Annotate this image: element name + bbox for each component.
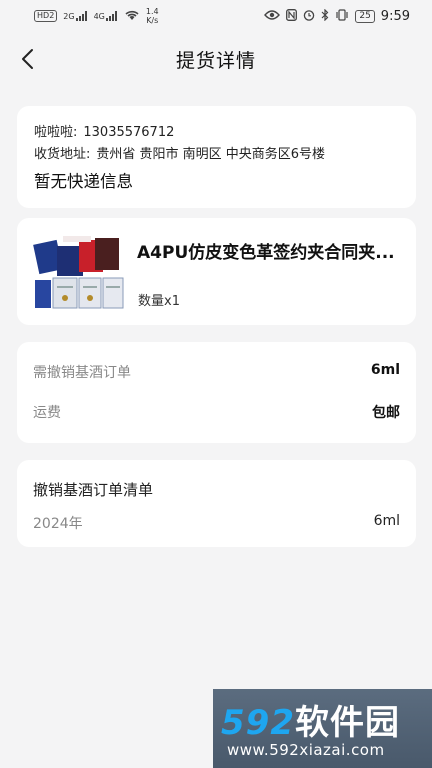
goods-card[interactable]: A4PU仿皮变色革签约夹合同夹... 数量x1	[17, 218, 416, 325]
product-image	[33, 236, 125, 310]
eye-icon	[264, 9, 281, 23]
watermark-url: www.592xiazai.com	[227, 741, 385, 759]
watermark: 592软件园 www.592xiazai.com	[213, 689, 432, 768]
status-time: 9:59	[380, 8, 410, 24]
address-card: 啦啦啦: 13035576712 收货地址: 贵州省 贵阳市 南明区 中央商务区6号…	[17, 106, 416, 208]
need-value: 6ml	[370, 362, 400, 378]
wifi-icon	[124, 9, 140, 24]
watermark-logo: 592软件园	[221, 703, 400, 743]
status-right: 25 9:59	[264, 8, 410, 24]
back-button[interactable]	[16, 47, 38, 71]
chevron-left-icon	[22, 49, 33, 69]
nav-bar: 提货详情	[0, 32, 432, 86]
page-title: 提货详情	[175, 49, 256, 72]
product-quantity: 数量x1	[138, 294, 180, 309]
shipping-label: 运费	[33, 405, 61, 421]
alarm-icon	[303, 9, 315, 24]
hd-badge: HD2	[34, 10, 58, 22]
fee-row-need: 需撤销基酒订单 6ml	[33, 362, 400, 382]
fee-card: 需撤销基酒订单 6ml 运费 包邮	[17, 342, 416, 443]
contact-phone: 13035576712	[83, 125, 175, 140]
bluetooth-icon	[321, 8, 329, 24]
express-status: 暂无快递信息	[34, 172, 133, 191]
order-list-card: 撤销基酒订单清单 2024年 6ml	[17, 460, 416, 547]
status-left: HD2 2G 4G 1.4 K/s	[34, 7, 159, 25]
nfc-icon	[286, 8, 298, 24]
need-label: 需撤销基酒订单	[33, 365, 131, 381]
order-amount: 6ml	[373, 513, 400, 529]
net-speed: 1.4 K/s	[145, 7, 159, 25]
product-name: A4PU仿皮变色革签约夹合同夹...	[137, 243, 395, 263]
address-line: 收货地址: 贵州省 贵阳市 南明区 中央商务区6号楼	[34, 144, 399, 166]
shipping-value: 包邮	[372, 405, 400, 421]
address-value: 贵州省 贵阳市 南明区 中央商务区6号楼	[96, 147, 326, 162]
battery-icon: 25	[355, 9, 375, 23]
contact-line: 啦啦啦: 13035576712	[34, 122, 399, 144]
signal-icon-1: 2G	[63, 11, 87, 21]
status-bar: HD2 2G 4G 1.4 K/s 25 9:59	[0, 0, 432, 32]
vibrate-icon	[335, 8, 349, 24]
order-year: 2024年	[33, 516, 83, 532]
order-list-title: 撤销基酒订单清单	[33, 481, 154, 499]
fee-row-shipping: 运费 包邮	[33, 402, 400, 422]
list-item: 2024年 6ml	[33, 513, 400, 533]
contact-name: 啦啦啦:	[34, 125, 78, 140]
address-label: 收货地址:	[34, 147, 91, 162]
signal-icon-2: 4G	[94, 11, 118, 21]
